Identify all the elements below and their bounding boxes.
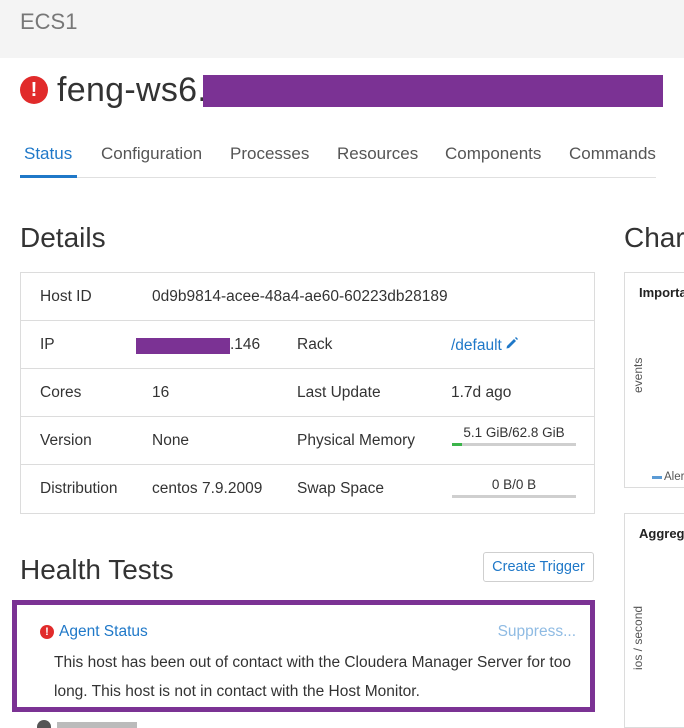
physical-memory-bar: 5.1 GiB/62.8 GiB — [452, 425, 576, 446]
swap-space-track — [452, 495, 576, 498]
host-id-label: Host ID — [40, 288, 92, 305]
y-axis-label: ios / second — [631, 605, 645, 670]
chart-title: Aggreg — [639, 526, 684, 541]
error-icon: ! — [40, 625, 54, 639]
physical-memory-fill — [452, 443, 463, 446]
important-events-chart: Importa events Aler — [624, 272, 684, 488]
table-row: Cores 16 Last Update 1.7d ago — [21, 369, 594, 417]
distribution-value: centos 7.9.2009 — [152, 480, 263, 497]
redaction-bar — [203, 75, 663, 107]
alert-header: ! Agent Status — [40, 623, 148, 641]
cores-label: Cores — [40, 384, 82, 401]
error-icon: ! — [20, 76, 48, 104]
agent-status-alert: ! Agent Status Suppress... This host has… — [12, 600, 595, 712]
chart-legend: Aler — [652, 471, 684, 483]
details-table: Host ID 0d9b9814-acee-48a4-ae60-60223db2… — [20, 272, 595, 514]
tab-configuration[interactable]: Configuration — [101, 144, 202, 164]
host-name: feng-ws6.s — [57, 70, 225, 109]
tab-components[interactable]: Components — [445, 144, 541, 164]
legend-label: Aler — [664, 471, 684, 483]
tab-processes[interactable]: Processes — [230, 144, 309, 164]
health-tests-heading: Health Tests — [20, 554, 174, 585]
tab-resources[interactable]: Resources — [337, 144, 418, 164]
chart-title: Importa — [639, 285, 684, 300]
table-row: IP .146 Rack /default — [21, 321, 594, 369]
rack-value[interactable]: /default — [451, 337, 502, 354]
physical-memory-value: 5.1 GiB/62.8 GiB — [463, 425, 565, 440]
rack-label: Rack — [297, 336, 333, 353]
version-value: None — [152, 432, 190, 449]
last-update-label: Last Update — [297, 384, 381, 401]
tab-status[interactable]: Status — [24, 144, 72, 164]
last-update-value: 1.7d ago — [451, 384, 512, 401]
cluster-title[interactable]: ECS1 — [20, 9, 77, 35]
host-header: ! feng-ws6.s — [20, 70, 224, 110]
physical-memory-track — [452, 443, 576, 446]
partial-row-icon — [37, 720, 51, 728]
partial-row-text — [57, 722, 137, 728]
tab-commands[interactable]: Commands — [569, 144, 656, 164]
physical-memory-label: Physical Memory — [297, 432, 415, 449]
swap-space-value: 0 B/0 B — [491, 477, 537, 492]
y-axis-label: events — [631, 357, 645, 393]
main-content: ! feng-ws6.s Status Configuration Proces… — [0, 58, 684, 728]
ip-value: .146 — [230, 336, 261, 353]
suppress-link[interactable]: Suppress... — [498, 623, 576, 641]
legend-swatch — [652, 475, 662, 479]
version-label: Version — [40, 432, 92, 449]
create-trigger-button[interactable]: Create Trigger — [483, 552, 594, 582]
table-row: Host ID 0d9b9814-acee-48a4-ae60-60223db2… — [21, 273, 594, 321]
pencil-icon[interactable] — [505, 336, 519, 355]
host-id-value: 0d9b9814-acee-48a4-ae60-60223db28189 — [152, 288, 448, 305]
alert-message: This host has been out of contact with t… — [54, 654, 571, 700]
rack-edit-link[interactable]: /default — [451, 336, 519, 355]
agent-status-link[interactable]: Agent Status — [59, 623, 148, 641]
ip-redaction-bar — [136, 338, 230, 354]
charts-heading: Char — [624, 222, 684, 253]
table-row: Distribution centos 7.9.2009 Swap Space … — [21, 465, 594, 513]
table-row: Version None Physical Memory 5.1 GiB/62.… — [21, 417, 594, 465]
swap-space-bar: 0 B/0 B — [452, 477, 576, 498]
ip-label: IP — [40, 336, 55, 353]
tab-bar: Status Configuration Processes Resources… — [20, 138, 656, 178]
top-bar: ECS1 — [0, 0, 684, 58]
aggregate-chart: Aggreg ios / second — [624, 513, 684, 728]
cores-value: 16 — [152, 384, 170, 401]
details-heading: Details — [20, 222, 106, 253]
distribution-label: Distribution — [40, 480, 118, 497]
swap-space-label: Swap Space — [297, 480, 385, 497]
active-tab-indicator — [20, 175, 77, 178]
